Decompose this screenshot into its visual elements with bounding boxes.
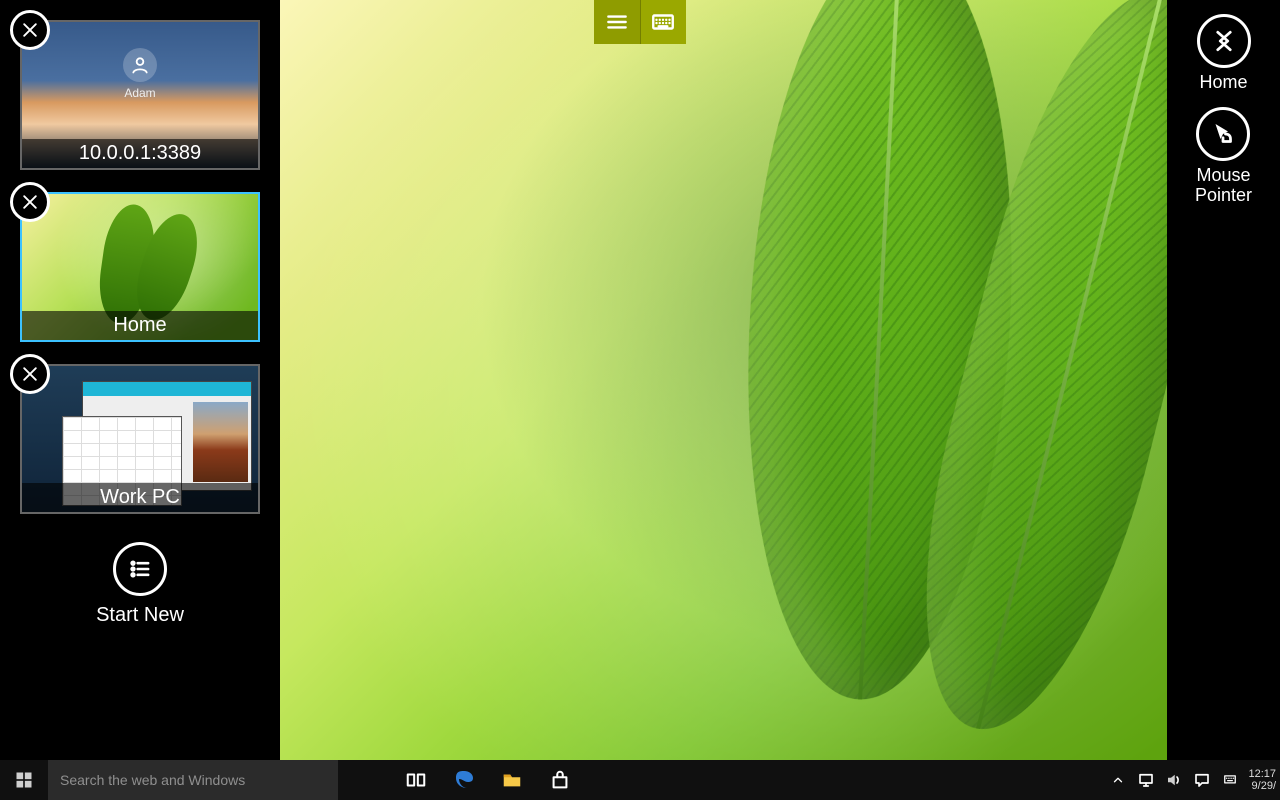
mouse-pointer-button[interactable]: Mouse Pointer bbox=[1195, 107, 1252, 206]
action-panel: Home Mouse Pointer bbox=[1167, 0, 1280, 760]
remote-desktop-icon bbox=[1197, 14, 1251, 68]
tray-overflow-icon[interactable] bbox=[1108, 770, 1128, 790]
session-label: Work PC bbox=[22, 483, 258, 512]
mouse-pointer-label: Mouse Pointer bbox=[1195, 165, 1252, 206]
menu-toggle-button[interactable] bbox=[594, 0, 640, 44]
session-label: 10.0.0.1:3389 bbox=[22, 139, 258, 168]
volume-icon[interactable] bbox=[1164, 770, 1184, 790]
clock[interactable]: 12:17 9/29/ bbox=[1244, 760, 1280, 800]
start-button[interactable] bbox=[0, 760, 48, 800]
clock-time: 12:17 bbox=[1248, 768, 1276, 780]
home-button[interactable]: Home bbox=[1197, 14, 1251, 93]
input-indicator-icon[interactable] bbox=[1220, 770, 1240, 790]
session-thumb-10-0-0-1[interactable]: Adam 10.0.0.1:3389 bbox=[20, 20, 260, 170]
edge-app-icon[interactable] bbox=[440, 760, 488, 800]
close-session-button[interactable] bbox=[10, 354, 50, 394]
action-center-icon[interactable] bbox=[1192, 770, 1212, 790]
search-input[interactable]: Search the web and Windows bbox=[48, 760, 338, 800]
network-icon[interactable] bbox=[1136, 770, 1156, 790]
task-view-button[interactable] bbox=[392, 760, 440, 800]
close-session-button[interactable] bbox=[10, 10, 50, 50]
remote-desktop-viewport[interactable] bbox=[280, 0, 1167, 760]
home-label: Home bbox=[1199, 72, 1247, 93]
search-placeholder: Search the web and Windows bbox=[60, 772, 245, 788]
close-session-button[interactable] bbox=[10, 182, 50, 222]
connection-bar bbox=[594, 0, 686, 44]
clock-date: 9/29/ bbox=[1252, 780, 1276, 792]
start-new-label: Start New bbox=[96, 604, 184, 627]
session-switcher-panel: Adam 10.0.0.1:3389 Home Work PC bbox=[0, 0, 280, 760]
system-tray bbox=[1104, 760, 1244, 800]
list-icon bbox=[113, 542, 167, 596]
mouse-pointer-icon bbox=[1196, 107, 1250, 161]
session-thumb-work-pc[interactable]: Work PC bbox=[20, 364, 260, 514]
session-user-label: Adam bbox=[22, 86, 258, 100]
file-explorer-icon[interactable] bbox=[488, 760, 536, 800]
session-label: Home bbox=[22, 311, 258, 340]
keyboard-toggle-button[interactable] bbox=[641, 0, 687, 44]
store-app-icon[interactable] bbox=[536, 760, 584, 800]
user-avatar-icon bbox=[123, 48, 157, 82]
taskbar: Search the web and Windows bbox=[0, 760, 1280, 800]
start-new-session-button[interactable]: Start New bbox=[20, 542, 260, 627]
session-thumb-home[interactable]: Home bbox=[20, 192, 260, 342]
